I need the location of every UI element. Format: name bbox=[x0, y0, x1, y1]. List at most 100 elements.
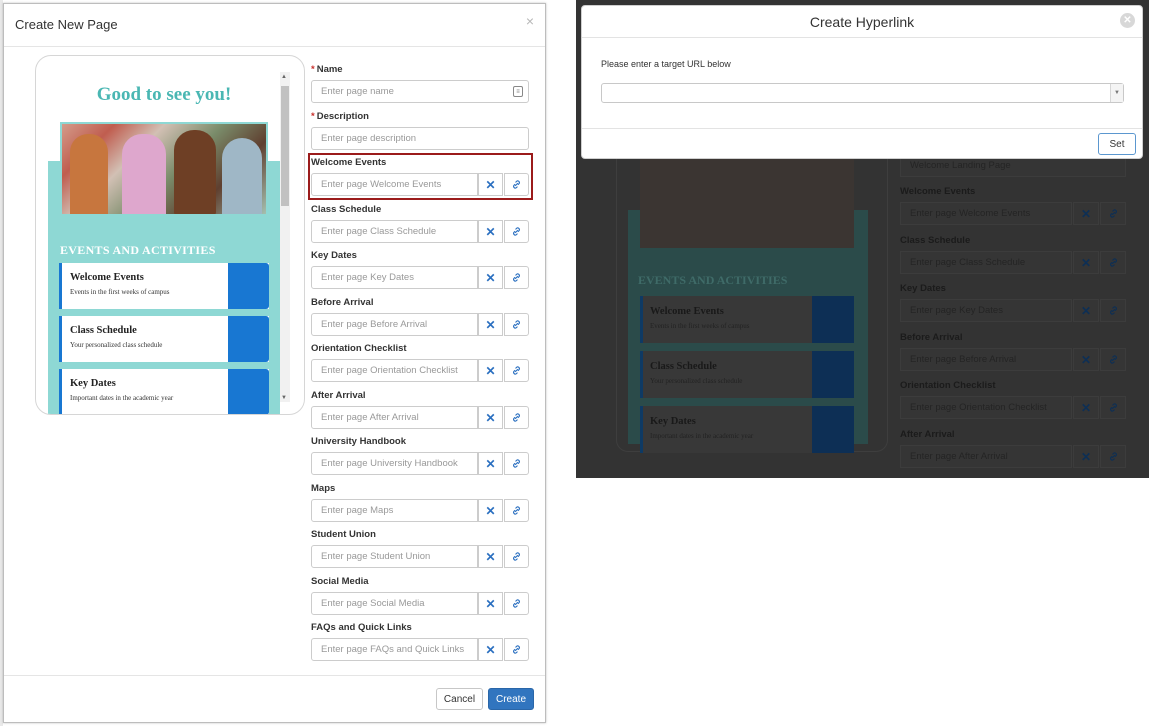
bg-clear-icon: ✕ bbox=[1073, 251, 1099, 274]
bg-field-label: Class Schedule bbox=[900, 235, 971, 246]
bg-card-subtitle: Events in the first weeks of campus bbox=[650, 322, 750, 330]
bg-card-title: Class Schedule bbox=[650, 361, 717, 372]
link-icon[interactable] bbox=[504, 220, 529, 243]
modal-header: Create New Page × bbox=[4, 4, 545, 47]
page-input[interactable]: Enter page After Arrival bbox=[311, 406, 478, 429]
clear-icon[interactable]: ✕ bbox=[478, 266, 503, 289]
link-icon[interactable] bbox=[504, 406, 529, 429]
clear-icon[interactable]: ✕ bbox=[478, 220, 503, 243]
url-input[interactable]: ▼ bbox=[601, 83, 1124, 103]
set-button[interactable]: Set bbox=[1098, 133, 1136, 155]
preview-greeting: Good to see you! bbox=[96, 84, 232, 105]
link-icon[interactable] bbox=[504, 266, 529, 289]
link-icon[interactable] bbox=[504, 592, 529, 615]
field-label: Maps bbox=[311, 483, 336, 494]
bg-card-accent bbox=[812, 296, 854, 343]
link-icon[interactable] bbox=[504, 545, 529, 568]
bg-clear-icon: ✕ bbox=[1073, 202, 1099, 225]
name-input[interactable]: Enter page name ≡ bbox=[311, 80, 529, 103]
bg-card-title: Welcome Events bbox=[650, 306, 724, 317]
link-icon[interactable] bbox=[504, 313, 529, 336]
bg-card-accent bbox=[812, 351, 854, 398]
url-instruction: Please enter a target URL below bbox=[601, 59, 731, 69]
field-label: Before Arrival bbox=[311, 297, 374, 308]
bg-clear-icon: ✕ bbox=[1073, 396, 1099, 419]
preview-scrollbar[interactable]: ▲ ▼ bbox=[280, 72, 290, 402]
bg-card: Class Schedule Your personalized class s… bbox=[640, 351, 854, 398]
chevron-down-icon[interactable]: ▼ bbox=[1110, 84, 1123, 102]
card-subtitle: Events in the first weeks of campus bbox=[70, 288, 170, 296]
bg-clear-icon: ✕ bbox=[1073, 348, 1099, 371]
card-title: Welcome Events bbox=[70, 272, 144, 283]
cancel-button[interactable]: Cancel bbox=[436, 688, 483, 710]
close-icon[interactable]: ✕ bbox=[1120, 13, 1135, 28]
card-accent bbox=[228, 316, 269, 362]
name-label: * Name bbox=[311, 64, 343, 75]
scroll-up-icon[interactable]: ▲ bbox=[281, 74, 287, 80]
modal-title: Create New Page bbox=[15, 17, 118, 32]
create-hyperlink-dialog: Create Hyperlink ✕ Please enter a target… bbox=[581, 5, 1143, 159]
card-subtitle: Your personalized class schedule bbox=[70, 341, 163, 349]
bg-link-icon bbox=[1100, 396, 1126, 419]
page-input[interactable]: Enter page Key Dates bbox=[311, 266, 478, 289]
page-input[interactable]: Enter page Welcome Events bbox=[311, 173, 478, 196]
bg-page-input: Enter page Welcome Events bbox=[900, 202, 1072, 225]
clear-icon[interactable]: ✕ bbox=[478, 499, 503, 522]
card-subtitle: Important dates in the academic year bbox=[70, 394, 174, 402]
bg-clear-icon: ✕ bbox=[1073, 445, 1099, 468]
field-label: Student Union bbox=[311, 529, 376, 540]
link-icon[interactable] bbox=[504, 452, 529, 475]
page-input[interactable]: Enter page Social Media bbox=[311, 592, 478, 615]
bg-clear-icon: ✕ bbox=[1073, 299, 1099, 322]
field-label: Welcome Events bbox=[311, 157, 387, 168]
clear-icon[interactable]: ✕ bbox=[478, 313, 503, 336]
create-button[interactable]: Create bbox=[488, 688, 534, 710]
page-input[interactable]: Enter page FAQs and Quick Links bbox=[311, 638, 478, 661]
bg-page-input: Enter page Class Schedule bbox=[900, 251, 1072, 274]
close-icon[interactable]: × bbox=[526, 13, 534, 29]
preview-card-welcome-events[interactable]: Welcome Events Events in the first weeks… bbox=[59, 263, 269, 309]
field-label: Class Schedule bbox=[311, 204, 382, 215]
scroll-thumb[interactable] bbox=[281, 86, 289, 206]
bg-card: Welcome Events Events in the first weeks… bbox=[640, 296, 854, 343]
link-icon[interactable] bbox=[504, 499, 529, 522]
page-input[interactable]: Enter page University Handbook bbox=[311, 452, 478, 475]
card-title: Class Schedule bbox=[70, 325, 137, 336]
create-new-page-modal: Create New Page × Good to see you! EVENT… bbox=[3, 3, 546, 723]
link-icon[interactable] bbox=[504, 173, 529, 196]
description-input[interactable]: Enter page description bbox=[311, 127, 529, 150]
page-input[interactable]: Enter page Student Union bbox=[311, 545, 478, 568]
preview-card-key-dates[interactable]: Key Dates Important dates in the academi… bbox=[59, 369, 269, 414]
bg-field-label: After Arrival bbox=[900, 429, 955, 440]
bg-field-label: Orientation Checklist bbox=[900, 380, 996, 391]
link-icon[interactable] bbox=[504, 359, 529, 382]
clear-icon[interactable]: ✕ bbox=[478, 173, 503, 196]
page-preview: Good to see you! EVENTS AND ACTIVITIES W… bbox=[35, 55, 305, 415]
bg-page-input: Enter page After Arrival bbox=[900, 445, 1072, 468]
card-accent bbox=[228, 369, 269, 414]
clear-icon[interactable]: ✕ bbox=[478, 359, 503, 382]
clear-icon[interactable]: ✕ bbox=[478, 452, 503, 475]
page-input[interactable]: Enter page Orientation Checklist bbox=[311, 359, 478, 382]
field-label: University Handbook bbox=[311, 436, 407, 447]
bg-page-input: Enter page Orientation Checklist bbox=[900, 396, 1072, 419]
bg-page-input: Enter page Key Dates bbox=[900, 299, 1072, 322]
bg-card-title: Key Dates bbox=[650, 416, 696, 427]
scroll-down-icon[interactable]: ▼ bbox=[281, 395, 287, 401]
field-label: FAQs and Quick Links bbox=[311, 622, 412, 633]
page-input[interactable]: Enter page Class Schedule bbox=[311, 220, 478, 243]
link-icon[interactable] bbox=[504, 638, 529, 661]
page-input[interactable]: Enter page Maps bbox=[311, 499, 478, 522]
page-input[interactable]: Enter page Before Arrival bbox=[311, 313, 478, 336]
bg-link-icon bbox=[1100, 299, 1126, 322]
preview-card-class-schedule[interactable]: Class Schedule Your personalized class s… bbox=[59, 316, 269, 362]
clear-icon[interactable]: ✕ bbox=[478, 638, 503, 661]
modal-footer: Cancel Create bbox=[4, 675, 545, 722]
clear-icon[interactable]: ✕ bbox=[478, 406, 503, 429]
preview-events-heading: EVENTS AND ACTIVITIES bbox=[60, 243, 216, 257]
clear-icon[interactable]: ✕ bbox=[478, 592, 503, 615]
field-label: Social Media bbox=[311, 576, 369, 587]
bg-field-label: Before Arrival bbox=[900, 332, 963, 343]
clear-icon[interactable]: ✕ bbox=[478, 545, 503, 568]
contact-card-icon: ≡ bbox=[513, 86, 523, 97]
